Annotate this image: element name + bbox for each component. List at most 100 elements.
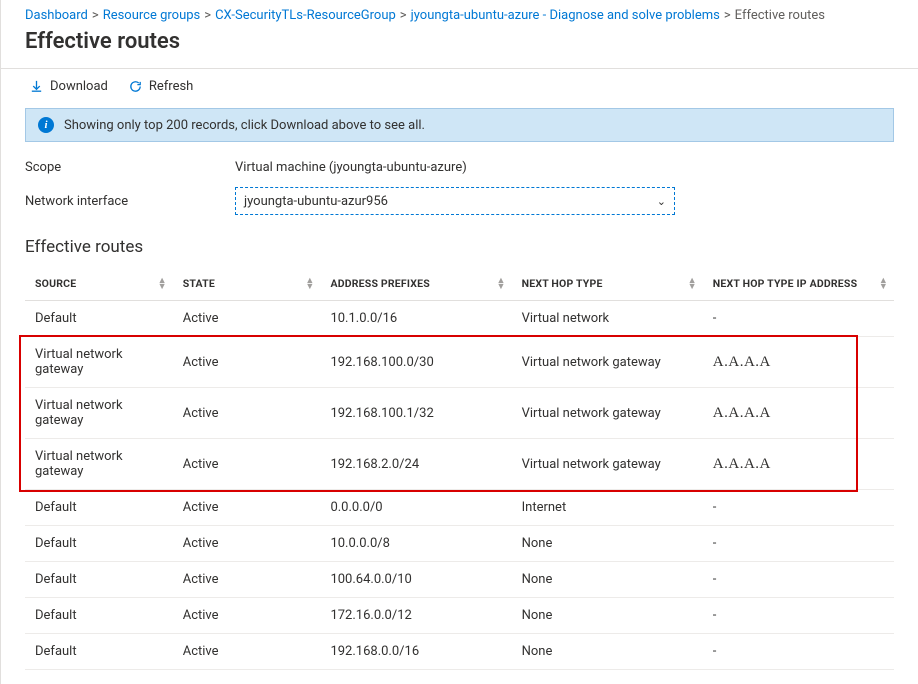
breadcrumb-link-diagnose[interactable]: jyoungta-ubuntu-azure - Diagnose and sol… [411,8,720,23]
sort-icon: ▲▼ [688,278,697,290]
col-nexthop-label: NEXT HOP TYPE [522,277,603,290]
field-network-interface: Network interface jyoungta-ubuntu-azur95… [25,181,894,221]
cell-ip: - [703,634,894,670]
table-row: DefaultActive172.16.0.0/12None- [25,598,894,634]
column-header-nexthop[interactable]: NEXT HOP TYPE ▲▼ [512,267,703,301]
cell-state: Active [173,526,321,562]
breadcrumb-link-rg[interactable]: CX-SecurityTLs-ResourceGroup [215,8,396,23]
network-interface-select[interactable]: jyoungta-ubuntu-azur956 ⌄ [235,187,675,215]
page-title: Effective routes [25,27,894,68]
toolbar: Download Refresh [25,69,894,104]
cell-ip: A.A.A.A [703,337,894,388]
table-row: Virtual network gatewayActive192.168.100… [25,337,894,388]
chevron-down-icon: ⌄ [657,195,666,208]
column-header-state[interactable]: STATE ▲▼ [173,267,321,301]
refresh-icon [128,79,143,94]
cell-ip: - [703,598,894,634]
refresh-button[interactable]: Refresh [128,79,193,94]
cell-source: Default [25,598,173,634]
cell-source: Default [25,490,173,526]
cell-nexthop: Internet [512,490,703,526]
cell-prefix: 10.1.0.0/16 [320,301,511,337]
subheading-effective-routes: Effective routes [25,221,894,267]
cell-state: Active [173,301,321,337]
col-state-label: STATE [183,277,215,290]
table-row: DefaultActive0.0.0.0/0Internet- [25,490,894,526]
cell-source: Virtual network gateway [25,439,173,490]
column-header-source[interactable]: SOURCE ▲▼ [25,267,173,301]
cell-state: Active [173,490,321,526]
nic-selected-value: jyoungta-ubuntu-azur956 [244,194,388,209]
col-prefix-label: ADDRESS PREFIXES [330,277,429,290]
download-icon [29,79,44,94]
cell-prefix: 10.0.0.0/8 [320,526,511,562]
download-label: Download [50,79,108,94]
cell-prefix: 192.168.0.0/16 [320,634,511,670]
sort-icon: ▲▼ [305,278,314,290]
breadcrumb-sep: > [400,8,407,23]
col-source-label: SOURCE [35,277,76,290]
breadcrumb-link-resource-groups[interactable]: Resource groups [103,8,201,23]
cell-prefix: 100.64.0.0/10 [320,562,511,598]
breadcrumb-sep: > [204,8,211,23]
cell-state: Active [173,598,321,634]
breadcrumb-current: Effective routes [735,8,825,23]
table-row: DefaultActive10.0.0.0/8None- [25,526,894,562]
cell-source: Virtual network gateway [25,337,173,388]
routes-table: SOURCE ▲▼ STATE ▲▼ ADDRESS PREFIXES ▲▼ N… [25,267,894,670]
info-bar-text: Showing only top 200 records, click Down… [64,118,425,133]
refresh-label: Refresh [149,79,193,94]
cell-nexthop: Virtual network gateway [512,337,703,388]
sort-icon: ▲▼ [879,278,888,290]
cell-ip: - [703,526,894,562]
breadcrumb-sep: > [92,8,99,23]
sort-icon: ▲▼ [497,278,506,290]
breadcrumb: Dashboard > Resource groups > CX-Securit… [25,0,894,27]
table-row: DefaultActive100.64.0.0/10None- [25,562,894,598]
column-header-prefix[interactable]: ADDRESS PREFIXES ▲▼ [320,267,511,301]
download-button[interactable]: Download [29,79,108,94]
cell-nexthop: Virtual network gateway [512,439,703,490]
cell-state: Active [173,337,321,388]
cell-prefix: 192.168.100.0/30 [320,337,511,388]
cell-source: Default [25,562,173,598]
table-row: Virtual network gatewayActive192.168.2.0… [25,439,894,490]
cell-source: Default [25,634,173,670]
scope-label: Scope [25,160,235,175]
sort-icon: ▲▼ [158,278,167,290]
cell-prefix: 172.16.0.0/12 [320,598,511,634]
cell-ip: A.A.A.A [703,439,894,490]
cell-ip: - [703,490,894,526]
cell-source: Default [25,301,173,337]
table-row: Virtual network gatewayActive192.168.100… [25,388,894,439]
cell-source: Virtual network gateway [25,388,173,439]
cell-state: Active [173,439,321,490]
cell-state: Active [173,388,321,439]
cell-state: Active [173,562,321,598]
table-row: DefaultActive10.1.0.0/16Virtual network- [25,301,894,337]
cell-nexthop: Virtual network [512,301,703,337]
cell-nexthop: Virtual network gateway [512,388,703,439]
info-bar: i Showing only top 200 records, click Do… [25,108,894,142]
table-row: DefaultActive192.168.0.0/16None- [25,634,894,670]
info-icon: i [38,117,54,133]
breadcrumb-link-dashboard[interactable]: Dashboard [25,8,88,23]
cell-ip: - [703,562,894,598]
cell-prefix: 0.0.0.0/0 [320,490,511,526]
cell-prefix: 192.168.100.1/32 [320,388,511,439]
cell-state: Active [173,634,321,670]
nic-label: Network interface [25,194,235,209]
cell-ip: - [703,301,894,337]
cell-source: Default [25,526,173,562]
cell-nexthop: None [512,598,703,634]
cell-nexthop: None [512,562,703,598]
cell-nexthop: None [512,634,703,670]
cell-nexthop: None [512,526,703,562]
field-scope: Scope Virtual machine (jyoungta-ubuntu-a… [25,154,894,181]
cell-ip: A.A.A.A [703,388,894,439]
cell-prefix: 192.168.2.0/24 [320,439,511,490]
column-header-ip[interactable]: NEXT HOP TYPE IP ADDRESS ▲▼ [703,267,894,301]
breadcrumb-sep: > [724,8,731,23]
scope-value: Virtual machine (jyoungta-ubuntu-azure) [235,160,467,175]
col-ip-label: NEXT HOP TYPE IP ADDRESS [713,277,857,290]
